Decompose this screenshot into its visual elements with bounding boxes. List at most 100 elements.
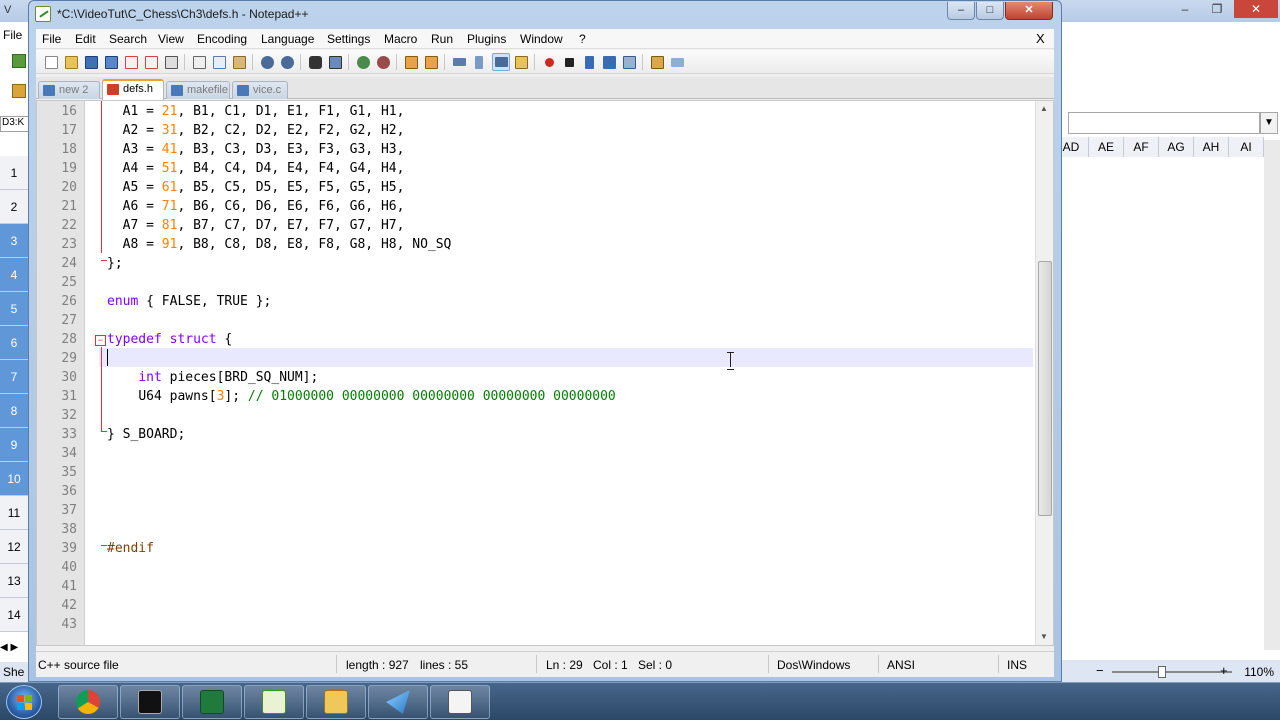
menu-language[interactable]: Language [261, 32, 314, 46]
menu-macro[interactable]: Macro [384, 32, 417, 46]
excel-sheet-tab[interactable]: She [0, 662, 30, 682]
zoom-in-button[interactable]: + [1220, 663, 1228, 678]
spell-check-icon[interactable] [668, 53, 686, 71]
menu-file[interactable]: File [42, 32, 61, 46]
tab-defs-h[interactable]: defs.h [102, 79, 164, 100]
sync-horizontal-icon[interactable] [422, 53, 440, 71]
save-macro-icon[interactable] [620, 53, 638, 71]
excel-row-header[interactable]: 14 [0, 598, 28, 632]
stop-macro-icon[interactable] [560, 53, 578, 71]
fold-margin[interactable] [85, 101, 99, 645]
excel-name-box[interactable]: D3:K [0, 116, 30, 132]
excel-row-header[interactable]: 2 [0, 190, 28, 224]
excel-row-header[interactable]: 1 [0, 156, 28, 190]
indent-guide-icon[interactable] [492, 53, 510, 71]
menu-run[interactable]: Run [431, 32, 453, 46]
paste-icon[interactable] [230, 53, 248, 71]
calculator-icon[interactable] [430, 685, 490, 719]
excel-row-header[interactable]: 8 [0, 394, 28, 428]
find-icon[interactable] [306, 53, 324, 71]
save-all-icon[interactable] [102, 53, 120, 71]
fold-toggle-icon[interactable]: − [95, 335, 106, 346]
notepadpp-app-icon[interactable] [35, 6, 51, 22]
minimize-button[interactable]: – [947, 2, 975, 20]
menu-help[interactable]: ? [579, 32, 586, 46]
scroll-down-icon[interactable]: ▼ [1040, 632, 1048, 641]
excel-column-header[interactable]: AH [1194, 137, 1229, 157]
explorer-icon[interactable] [306, 685, 366, 719]
undo-icon[interactable] [258, 53, 276, 71]
excel-row-header[interactable]: 7 [0, 360, 28, 394]
notepadpp-titlebar[interactable]: *C:\VideoTut\C_Chess\Ch3\defs.h - Notepa… [29, 1, 1061, 27]
excel-close-button[interactable]: ✕ [1234, 0, 1278, 18]
excel-row-header[interactable]: 11 [0, 496, 28, 530]
open-file-icon[interactable] [62, 53, 80, 71]
zoom-slider-track[interactable] [1112, 671, 1232, 673]
scroll-up-icon[interactable]: ▲ [1040, 104, 1048, 113]
excel-row-header[interactable]: 4 [0, 258, 28, 292]
play-macro-icon[interactable] [580, 53, 598, 71]
word-wrap-icon[interactable] [450, 53, 468, 71]
start-button-icon[interactable] [6, 685, 42, 719]
redo-icon[interactable] [278, 53, 296, 71]
ftp-icon[interactable] [648, 53, 666, 71]
menu-plugins[interactable]: Plugins [467, 32, 506, 46]
excel-row-header[interactable]: 6 [0, 326, 28, 360]
maximize-button[interactable]: □ [976, 2, 1004, 20]
cut-icon[interactable] [190, 53, 208, 71]
excel-vertical-scrollbar[interactable] [1264, 140, 1280, 650]
menu-view[interactable]: View [158, 32, 184, 46]
excel-file-menu[interactable]: File [0, 24, 30, 44]
menu-edit[interactable]: Edit [75, 32, 96, 46]
close-button[interactable]: ✕ [1005, 2, 1053, 20]
user-language-icon[interactable] [512, 53, 530, 71]
show-all-chars-icon[interactable] [470, 53, 488, 71]
scrollbar-thumb[interactable] [1038, 261, 1052, 516]
excel-formula-expand-button[interactable]: ▼ [1260, 112, 1278, 134]
cmd-icon[interactable] [120, 685, 180, 719]
tab-makefile[interactable]: makefile [166, 81, 230, 99]
excel-formula-bar[interactable] [1068, 112, 1260, 134]
excel-restore-button[interactable]: ❐ [1202, 0, 1232, 18]
chrome-icon[interactable] [58, 685, 118, 719]
excel-ribbon-icon[interactable] [12, 84, 26, 98]
excel-column-header[interactable]: AG [1159, 137, 1194, 157]
zoom-out-icon[interactable] [374, 53, 392, 71]
tab-new-2[interactable]: new 2 [38, 81, 100, 99]
menu-settings[interactable]: Settings [327, 32, 370, 46]
close-all-icon[interactable] [142, 53, 160, 71]
replace-icon[interactable] [326, 53, 344, 71]
close-file-icon[interactable] [122, 53, 140, 71]
excel-row-header[interactable]: 3 [0, 224, 28, 258]
vpn-icon[interactable] [368, 685, 428, 719]
copy-icon[interactable] [210, 53, 228, 71]
excel-icon[interactable] [182, 685, 242, 719]
editor-vertical-scrollbar[interactable]: ▲ ▼ [1035, 101, 1053, 645]
save-icon[interactable] [82, 53, 100, 71]
menu-search[interactable]: Search [109, 32, 147, 46]
zoom-in-icon[interactable] [354, 53, 372, 71]
excel-column-header[interactable]: AI [1229, 137, 1264, 157]
excel-row-header[interactable]: 9 [0, 428, 28, 462]
new-file-icon[interactable] [42, 53, 60, 71]
zoom-slider-knob[interactable] [1158, 666, 1166, 678]
menu-window[interactable]: Window [520, 32, 563, 46]
excel-column-header[interactable]: AE [1089, 137, 1124, 157]
print-icon[interactable] [162, 53, 180, 71]
tab-vice-c[interactable]: vice.c [232, 81, 288, 99]
excel-row-header[interactable]: 10 [0, 462, 28, 496]
excel-sheet-nav[interactable]: ◀ ▶ [0, 642, 30, 658]
run-macro-multiple-icon[interactable] [600, 53, 618, 71]
zoom-out-button[interactable]: − [1096, 663, 1104, 678]
excel-ribbon-icon[interactable] [12, 54, 26, 68]
excel-row-header[interactable]: 12 [0, 530, 28, 564]
excel-minimize-button[interactable]: – [1170, 0, 1200, 18]
excel-row-header[interactable]: 5 [0, 292, 28, 326]
record-macro-icon[interactable] [540, 53, 558, 71]
notepadpp-icon[interactable] [244, 685, 304, 719]
code-editor[interactable]: 16 17 18 19 20 21 22 23 24 25 26 27 28 29 30 31 32 33 34 35… [36, 100, 1054, 646]
sync-vertical-icon[interactable] [402, 53, 420, 71]
close-document-button[interactable]: X [1036, 31, 1045, 46]
excel-row-header[interactable]: 13 [0, 564, 28, 598]
excel-column-header[interactable]: AF [1124, 137, 1159, 157]
